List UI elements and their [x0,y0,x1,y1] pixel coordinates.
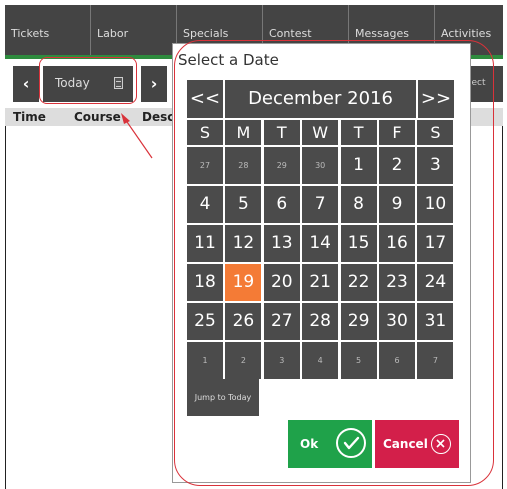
weekday-label: W [302,120,339,145]
calendar-day[interactable]: 19 [225,264,262,301]
calendar-day[interactable]: 2 [379,147,415,184]
adjacent-month-day[interactable]: 5 [340,342,377,379]
calendar-day[interactable]: 24 [417,264,454,301]
weekday-label: F [379,120,415,145]
calendar-day[interactable]: 8 [340,186,377,223]
calendar-day[interactable]: 12 [225,225,262,262]
cancel-label: Cancel [383,437,428,451]
ok-button[interactable]: Ok [288,420,372,468]
weekday-label: T [263,120,300,145]
calendar-day[interactable]: 9 [379,186,415,223]
weekday-label: S [187,120,223,145]
calendar-day[interactable]: 17 [417,225,454,262]
adjacent-month-day[interactable]: 27 [187,147,223,184]
ok-label: Ok [300,437,319,451]
weekday-label: S [417,120,454,145]
calendar-day[interactable]: 14 [302,225,339,262]
calendar-day[interactable]: 28 [302,303,339,340]
cancel-button[interactable]: Cancel [375,420,459,468]
calendar-day[interactable]: 26 [225,303,262,340]
adjacent-month-day[interactable]: 1 [187,342,223,379]
calendar-day[interactable]: 22 [340,264,377,301]
adjacent-month-day[interactable]: 3 [263,342,300,379]
jump-to-today-button[interactable]: Jump to Today [187,379,259,416]
calendar-day[interactable]: 6 [263,186,300,223]
calendar-day[interactable]: 25 [187,303,223,340]
adjacent-month-day[interactable]: 7 [417,342,454,379]
calendar-day[interactable]: 16 [379,225,415,262]
calendar-day[interactable]: 23 [379,264,415,301]
adjacent-month-day[interactable]: 30 [302,147,339,184]
date-picker-title: Select a Date [178,51,279,69]
adjacent-month-day[interactable]: 6 [379,342,415,379]
weekday-label: M [225,120,262,145]
adjacent-month-day[interactable]: 4 [302,342,339,379]
adjacent-month-day[interactable]: 2 [225,342,262,379]
calendar-day[interactable]: 5 [225,186,262,223]
calendar-day[interactable]: 31 [417,303,454,340]
calendar-day[interactable]: 11 [187,225,223,262]
calendar-day[interactable]: 30 [379,303,415,340]
calendar-day[interactable]: 27 [263,303,300,340]
calendar-day[interactable]: 1 [340,147,377,184]
check-circle-icon [336,428,366,458]
close-circle-icon [431,434,451,454]
calendar-day[interactable]: 20 [263,264,300,301]
calendar-day[interactable]: 3 [417,147,454,184]
calendar-day[interactable]: 15 [340,225,377,262]
calendar-day[interactable]: 21 [302,264,339,301]
calendar-day[interactable]: 4 [187,186,223,223]
weekday-label: T [340,120,377,145]
next-month-button[interactable]: >> [418,80,454,118]
calendar-day[interactable]: 10 [417,186,454,223]
month-year-label: December 2016 [225,80,416,118]
prev-month-button[interactable]: << [187,80,223,118]
adjacent-month-day[interactable]: 29 [263,147,300,184]
adjacent-month-day[interactable]: 28 [225,147,262,184]
calendar-day[interactable]: 13 [263,225,300,262]
calendar-day[interactable]: 18 [187,264,223,301]
calendar-day[interactable]: 7 [302,186,339,223]
calendar-day[interactable]: 29 [340,303,377,340]
